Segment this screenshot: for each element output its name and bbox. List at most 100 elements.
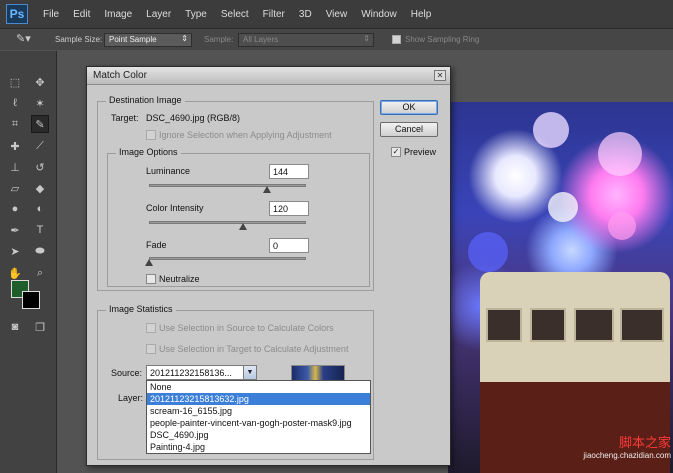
chevron-down-icon[interactable]: ▼ xyxy=(243,366,256,379)
preview-checkbox[interactable]: ✓ xyxy=(391,147,401,157)
fade-input[interactable]: 0 xyxy=(269,238,309,253)
type-icon[interactable]: T xyxy=(31,221,49,239)
menu-edit[interactable]: Edit xyxy=(66,9,97,20)
blur-icon[interactable]: ● xyxy=(6,200,24,218)
color-intensity-slider-track[interactable] xyxy=(149,221,306,224)
clone-stamp-icon[interactable]: ⊥ xyxy=(6,158,24,176)
use-target-selection-checkbox[interactable] xyxy=(146,344,156,354)
sample-size-dropdown[interactable]: Point Sample ⇕ xyxy=(104,33,192,47)
lasso-icon[interactable]: ℓ xyxy=(6,94,24,112)
menu-bar: Ps File Edit Image Layer Type Select Fil… xyxy=(0,0,673,28)
destination-image-group: Destination Image Target: DSC_4690.jpg (… xyxy=(97,95,374,291)
watermark-line-1: 脚本之家 xyxy=(618,436,671,451)
layer-label: Layer: xyxy=(118,393,144,403)
bus-window xyxy=(620,308,664,342)
zoom-icon[interactable]: ⌕ xyxy=(31,264,49,282)
fade-slider-track[interactable] xyxy=(149,257,306,260)
ok-button[interactable]: OK xyxy=(380,100,438,115)
path-selection-icon[interactable]: ➤ xyxy=(6,242,24,260)
move-icon[interactable]: ✥ xyxy=(31,73,49,91)
paint-bucket-icon[interactable]: ◆ xyxy=(31,179,49,197)
crop-icon[interactable]: ⌗ xyxy=(6,115,24,133)
preview-label: Preview xyxy=(404,147,437,157)
fade-label: Fade xyxy=(146,240,167,250)
background-color-swatch[interactable] xyxy=(22,291,40,309)
source-option[interactable]: people-painter-vincent-van-gogh-poster-m… xyxy=(147,417,370,429)
show-sampling-ring-checkbox[interactable] xyxy=(392,35,401,44)
luminance-slider-thumb[interactable] xyxy=(262,186,271,193)
close-icon[interactable]: ✕ xyxy=(434,70,446,81)
source-dropdown[interactable]: 201211232158136... ▼ xyxy=(146,365,257,380)
color-intensity-slider-thumb[interactable] xyxy=(239,223,248,230)
ignore-selection-checkbox[interactable] xyxy=(146,130,156,140)
luminance-slider-track[interactable] xyxy=(149,184,306,187)
magic-wand-icon[interactable]: ✶ xyxy=(31,94,49,112)
sample-size-label: Sample Size: xyxy=(55,35,103,44)
bokeh-light xyxy=(468,232,508,272)
bus-window xyxy=(574,308,614,342)
sample-dropdown[interactable]: All Layers ⇕ xyxy=(238,33,374,47)
image-options-title: Image Options xyxy=(116,147,181,157)
color-intensity-label: Color Intensity xyxy=(146,203,204,213)
bus-window xyxy=(486,308,522,342)
dialog-title-bar: Match Color ✕ xyxy=(87,67,450,85)
sample-size-value: Point Sample xyxy=(109,35,157,44)
source-option[interactable]: scream-16_6155.jpg xyxy=(147,405,370,417)
ignore-selection-label: Ignore Selection when Applying Adjustmen… xyxy=(159,130,332,140)
canvas-photo xyxy=(448,102,673,473)
sample-value: All Layers xyxy=(243,35,279,44)
bus-window xyxy=(530,308,566,342)
menu-layer[interactable]: Layer xyxy=(139,9,178,20)
watermark-line-2: jiaocheng.chazidian.com xyxy=(583,451,671,460)
menu-image[interactable]: Image xyxy=(97,9,139,20)
watermark: 脚本之家 jiaocheng.chazidian.com xyxy=(553,432,671,470)
bokeh-light xyxy=(608,212,636,240)
dialog-title: Match Color xyxy=(93,70,147,81)
fade-slider-thumb[interactable] xyxy=(145,259,153,266)
updown-icon: ⇕ xyxy=(363,34,370,43)
use-source-selection-checkbox[interactable] xyxy=(146,323,156,333)
ellipse-icon[interactable]: ⬬ xyxy=(31,242,49,260)
bokeh-light xyxy=(598,132,642,176)
menu-help[interactable]: Help xyxy=(404,9,439,20)
color-intensity-input[interactable]: 120 xyxy=(269,201,309,216)
marquee-icon[interactable]: ⬚ xyxy=(6,73,24,91)
bokeh-light xyxy=(533,112,569,148)
menu-filter[interactable]: Filter xyxy=(256,9,292,20)
history-brush-icon[interactable]: ↺ xyxy=(31,158,49,176)
eyedropper-icon[interactable]: ✎▾ xyxy=(16,32,31,45)
luminance-input[interactable]: 144 xyxy=(269,164,309,179)
menu-window[interactable]: Window xyxy=(354,9,404,20)
pen-icon[interactable]: ✒ xyxy=(6,221,24,239)
cancel-button[interactable]: Cancel xyxy=(380,122,438,137)
source-option[interactable]: Painting-4.jpg xyxy=(147,441,370,453)
eraser-icon[interactable]: ▱ xyxy=(6,179,24,197)
menu-select[interactable]: Select xyxy=(214,9,256,20)
neutralize-checkbox[interactable] xyxy=(146,274,156,284)
menu-file[interactable]: File xyxy=(36,9,66,20)
updown-icon: ⇕ xyxy=(181,34,188,43)
screen-mode-icon[interactable]: ❐ xyxy=(31,318,49,336)
destination-image-title: Destination Image xyxy=(106,95,185,105)
menu-view[interactable]: View xyxy=(319,9,355,20)
source-option[interactable]: DSC_4690.jpg xyxy=(147,429,370,441)
target-value: DSC_4690.jpg (RGB/8) xyxy=(146,113,241,123)
options-bar: ✎▾ Sample Size: Point Sample ⇕ Sample: A… xyxy=(0,28,673,50)
bokeh-light xyxy=(548,192,578,222)
healing-brush-icon[interactable]: ✚ xyxy=(6,137,24,155)
use-target-selection-label: Use Selection in Target to Calculate Adj… xyxy=(159,344,349,354)
dodge-icon[interactable]: ◐ xyxy=(31,200,49,218)
menu-3d[interactable]: 3D xyxy=(292,9,319,20)
tools-panel: ⬚ ✥ ℓ ✶ ⌗ ✎ ✚ ⟋ ⊥ ↺ ▱ ◆ ● ◐ ✒ T ➤ ⬬ ✋ ⌕ xyxy=(0,51,57,473)
source-option[interactable]: None xyxy=(147,381,370,393)
source-label: Source: xyxy=(111,368,143,378)
quick-mask-icon[interactable]: ◙ xyxy=(6,318,24,336)
target-label: Target: xyxy=(111,113,139,123)
eyedropper-tool-icon[interactable]: ✎ xyxy=(31,115,49,133)
sample-label: Sample: xyxy=(204,35,234,44)
brush-icon[interactable]: ⟋ xyxy=(31,137,49,155)
source-option[interactable]: 20121123215813632.jpg xyxy=(147,393,370,405)
image-options-group: Image Options Luminance 144 Color Intens… xyxy=(107,147,370,287)
menu-type[interactable]: Type xyxy=(178,9,214,20)
source-dropdown-list: None 20121123215813632.jpg scream-16_615… xyxy=(146,380,371,454)
